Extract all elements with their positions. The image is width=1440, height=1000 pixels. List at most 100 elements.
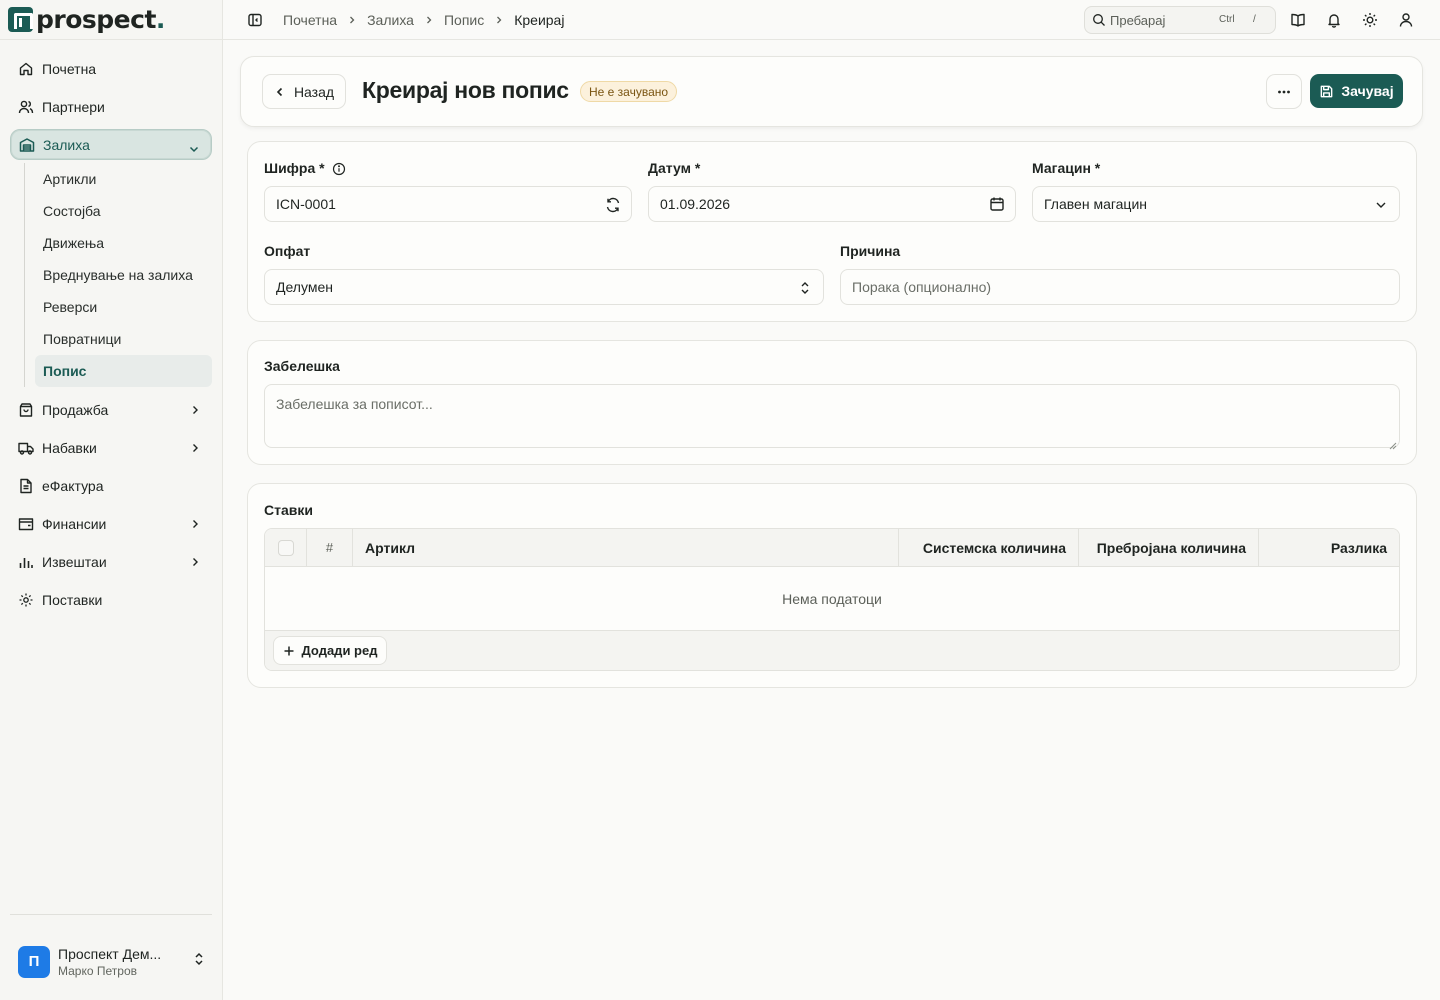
user-name: Марко Петров [58,963,137,978]
logo[interactable]: prospect. [0,0,222,40]
note-placeholder: Забелешка за пописот... [276,396,433,412]
scope-label: Опфат [264,243,311,259]
breadcrumb-inventory[interactable]: Залиха [367,12,414,28]
sidebar-item-inventory[interactable]: Залиха [10,129,212,160]
chevron-down-icon [1373,197,1389,213]
warehouse-value: Главен магацин [1044,196,1148,212]
sidebar-subitem-returns[interactable]: Повратници [35,323,212,355]
code-label: Шифра * [264,160,325,176]
table-header: # Артикл Системска количина Преброjана к… [265,529,1399,567]
sidebar-item-label: Извештаи [42,554,107,570]
scope-value: Делумен [276,279,333,295]
truck-icon [18,440,34,456]
breadcrumb: Почетна Залиха Попис Креирај [283,12,564,28]
items-label: Ставки [264,502,313,518]
resize-handle-icon[interactable] [1389,437,1397,450]
search-shortcut-ctrl: Ctrl [1219,14,1235,25]
topbar: Почетна Залиха Попис Креирај Пребарај Ct… [223,0,1440,40]
wallet-icon [18,516,34,532]
chevron-down-icon [187,142,201,156]
reason-input[interactable]: Порака (опционално) [840,269,1400,305]
sidebar-subitem-movements[interactable]: Движења [35,227,212,259]
sidebar: prospect. Почетна Партнери Залиха Артикл… [0,0,223,1000]
user-switcher[interactable]: П Проспект Дем... Марко Петров [10,914,212,988]
date-value: 01.09.2026 [660,196,731,212]
warehouse-icon [19,137,35,153]
warehouse-label: Магацин * [1032,160,1101,176]
warehouse-select[interactable]: Главен магацин [1032,186,1400,222]
sidebar-subitem-valuation[interactable]: Вреднување на залиха [35,259,212,291]
sidebar-item-reports[interactable]: Извештаи [10,543,212,581]
sidebar-item-label: Набавки [42,440,97,456]
sidebar-item-label: Залиха [43,136,90,153]
user-icon[interactable] [1398,12,1414,28]
breadcrumb-current: Креирај [514,11,565,28]
sidebar-subitem-stock[interactable]: Состојба [35,195,212,227]
reason-placeholder: Порака (опционално) [852,279,992,295]
breadcrumb-stocktake[interactable]: Попис [444,12,484,28]
sidebar-subitem-reverses[interactable]: Реверси [35,291,212,323]
code-input[interactable]: ICN-0001 [264,186,632,222]
chevron-right-icon [424,15,434,25]
back-button[interactable]: Назад [262,74,346,109]
code-value: ICN-0001 [276,196,336,212]
column-header-system-qty[interactable]: Системска количина [899,529,1079,566]
bell-icon[interactable] [1326,12,1342,28]
sidebar-subitem-articles[interactable]: Артикли [35,163,212,195]
save-icon [1319,84,1334,99]
note-textarea[interactable]: Забелешка за пописот... [264,384,1400,450]
chevron-right-icon [188,555,202,569]
inventory-subnav: Артикли Состојба Движења Вреднување на з… [24,163,212,387]
more-actions-button[interactable] [1266,74,1302,109]
sidebar-item-sales[interactable]: Продажба [10,391,212,429]
sidebar-nav: Почетна Партнери Залиха Артикли Состојба… [0,40,222,619]
plus-icon [283,645,295,657]
add-row-button[interactable]: Додади ред [273,636,387,665]
stocktake-form: Шифра * ICN-0001 Датум * 01.09.2026 Мага… [247,141,1417,322]
select-all-checkbox[interactable] [277,539,294,556]
column-header-difference[interactable]: Разлика [1259,529,1399,566]
document-icon [18,478,34,494]
chevron-right-icon [188,441,202,455]
select-all-cell [265,529,307,566]
sidebar-item-label: еФактура [42,478,104,494]
scope-select[interactable]: Делумен [264,269,824,305]
refresh-icon[interactable] [605,197,621,213]
company-name: Проспект Дем... [58,945,162,962]
sidebar-item-settings[interactable]: Поставки [10,581,212,619]
search-placeholder: Пребарај [1110,12,1166,28]
home-icon [18,61,34,77]
sidebar-item-label: Поставки [42,592,103,608]
sidebar-item-einvoice[interactable]: еФактура [10,467,212,505]
table-footer: Додади ред [265,631,1399,670]
sidebar-item-label: Финансии [42,516,107,532]
sidebar-item-partners[interactable]: Партнери [10,88,212,126]
breadcrumb-home[interactable]: Почетна [283,12,337,28]
sidebar-item-purchases[interactable]: Набавки [10,429,212,467]
sidebar-item-home[interactable]: Почетна [10,50,212,88]
sidebar-subitem-stocktake[interactable]: Попис [35,355,212,387]
chevron-left-icon [274,86,286,98]
search-input[interactable]: Пребарај Ctrl / [1084,6,1276,34]
info-icon[interactable] [332,162,346,176]
sidebar-item-label: Почетна [42,61,97,77]
empty-state: Нема податоци [265,567,1399,631]
save-button[interactable]: Зачувај [1310,74,1403,108]
page-header: Назад Креирај нов попис Не е зачувано За… [240,56,1423,127]
chevron-right-icon [188,403,202,417]
note-label: Забелешка [264,358,340,374]
sidebar-item-finances[interactable]: Финансии [10,505,212,543]
sidebar-item-label: Продажба [42,402,109,418]
bar-chart-icon [18,554,34,570]
users-icon [18,99,34,115]
chevrons-up-down-icon [797,280,813,296]
sidebar-toggle-icon[interactable] [247,12,263,28]
column-header-article[interactable]: Артикл [353,529,899,566]
book-icon[interactable] [1290,12,1306,28]
sun-icon[interactable] [1362,12,1378,28]
chevrons-up-down-icon [192,951,206,967]
calendar-icon[interactable] [989,196,1005,212]
column-header-counted-qty[interactable]: Преброjана количина [1079,529,1259,566]
chevron-right-icon [188,517,202,531]
date-input[interactable]: 01.09.2026 [648,186,1016,222]
